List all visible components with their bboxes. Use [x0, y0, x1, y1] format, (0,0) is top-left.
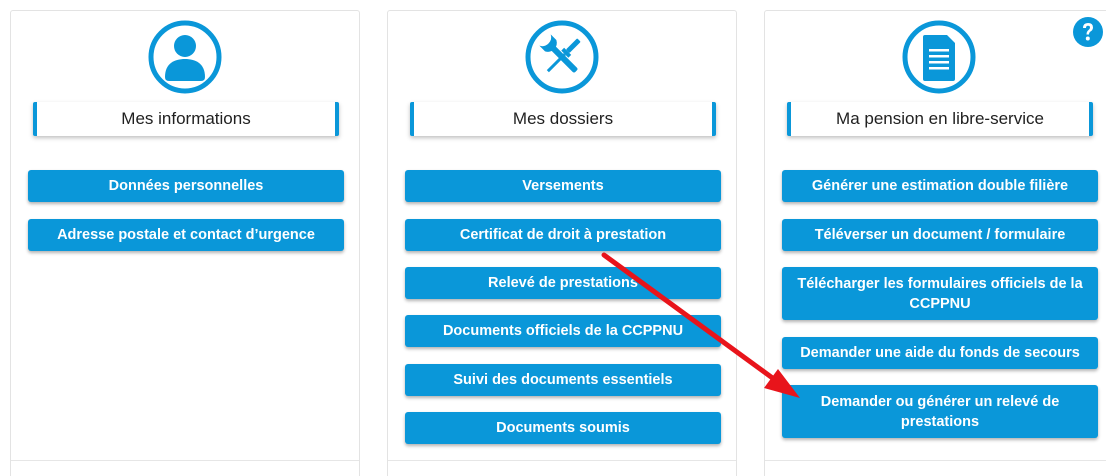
- releve-prestations-button[interactable]: Relevé de prestations: [405, 267, 721, 299]
- telecharger-formulaires-button[interactable]: Télécharger les formulaires officiels de…: [782, 267, 1098, 320]
- suivi-documents-button[interactable]: Suivi des documents essentiels: [405, 364, 721, 396]
- donnees-personnelles-button[interactable]: Données personnelles: [28, 170, 344, 202]
- certificat-droit-button[interactable]: Certificat de droit à prestation: [405, 219, 721, 251]
- card-divider: [765, 460, 1106, 461]
- card-mes-informations: Mes informations Données personnelles Ad…: [10, 10, 360, 476]
- user-icon: [148, 20, 222, 94]
- document-icon: [902, 20, 976, 94]
- card-title: Ma pension en libre-service: [787, 102, 1093, 136]
- demander-aide-button[interactable]: Demander une aide du fonds de secours: [782, 337, 1098, 369]
- dashboard: Mes informations Données personnelles Ad…: [0, 0, 1106, 476]
- card-divider: [11, 460, 359, 461]
- tools-icon: [525, 20, 599, 94]
- documents-soumis-button[interactable]: Documents soumis: [405, 412, 721, 444]
- versements-button[interactable]: Versements: [405, 170, 721, 202]
- generer-estimation-button[interactable]: Générer une estimation double filière: [782, 170, 1098, 202]
- demander-releve-button[interactable]: Demander ou générer un relevé de prestat…: [782, 385, 1098, 438]
- card-mes-dossiers: Mes dossiers Versements Certificat de dr…: [387, 10, 737, 476]
- card-title: Mes informations: [33, 102, 339, 136]
- documents-officiels-button[interactable]: Documents officiels de la CCPPNU: [405, 315, 721, 347]
- question-circle-icon[interactable]: [1073, 17, 1103, 47]
- card-title: Mes dossiers: [410, 102, 716, 136]
- card-ma-pension: Ma pension en libre-service Générer une …: [764, 10, 1106, 476]
- adresse-postale-button[interactable]: Adresse postale et contact d’urgence: [28, 219, 344, 251]
- televerser-document-button[interactable]: Téléverser un document / formulaire: [782, 219, 1098, 251]
- card-divider: [388, 460, 736, 461]
